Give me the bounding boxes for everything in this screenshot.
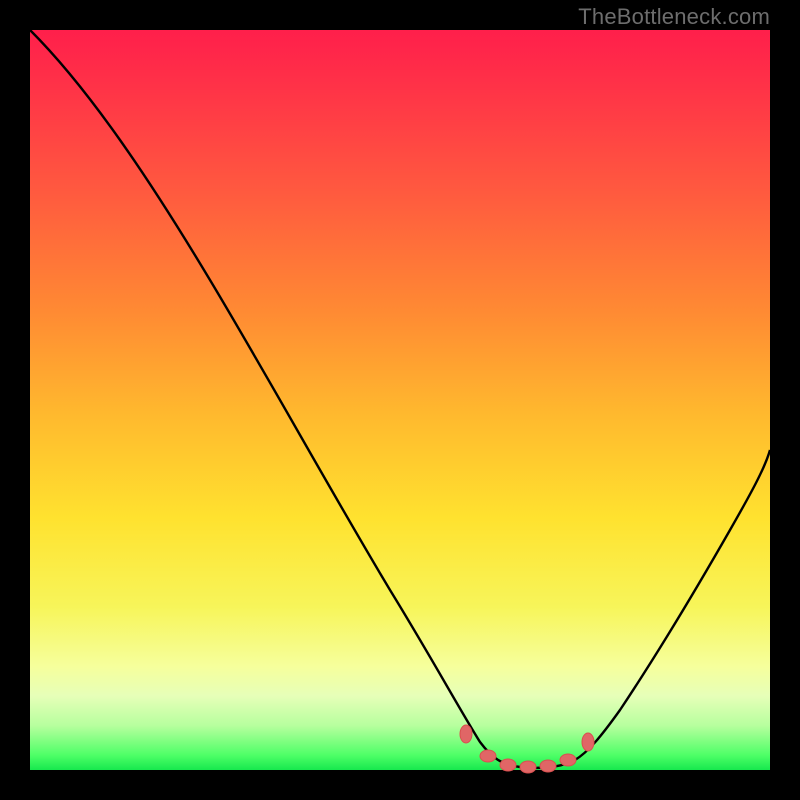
- bead-4: [520, 761, 536, 773]
- bead-left-end: [460, 725, 472, 743]
- chart-frame: TheBottleneck.com: [0, 0, 800, 800]
- curve-path: [30, 30, 770, 768]
- bottleneck-curve: [30, 30, 770, 770]
- bead-5: [540, 760, 556, 772]
- plot-area: [30, 30, 770, 770]
- watermark-text: TheBottleneck.com: [578, 4, 770, 30]
- bead-6: [560, 754, 576, 766]
- bead-right-end: [582, 733, 594, 751]
- bead-2: [480, 750, 496, 762]
- bead-3: [500, 759, 516, 771]
